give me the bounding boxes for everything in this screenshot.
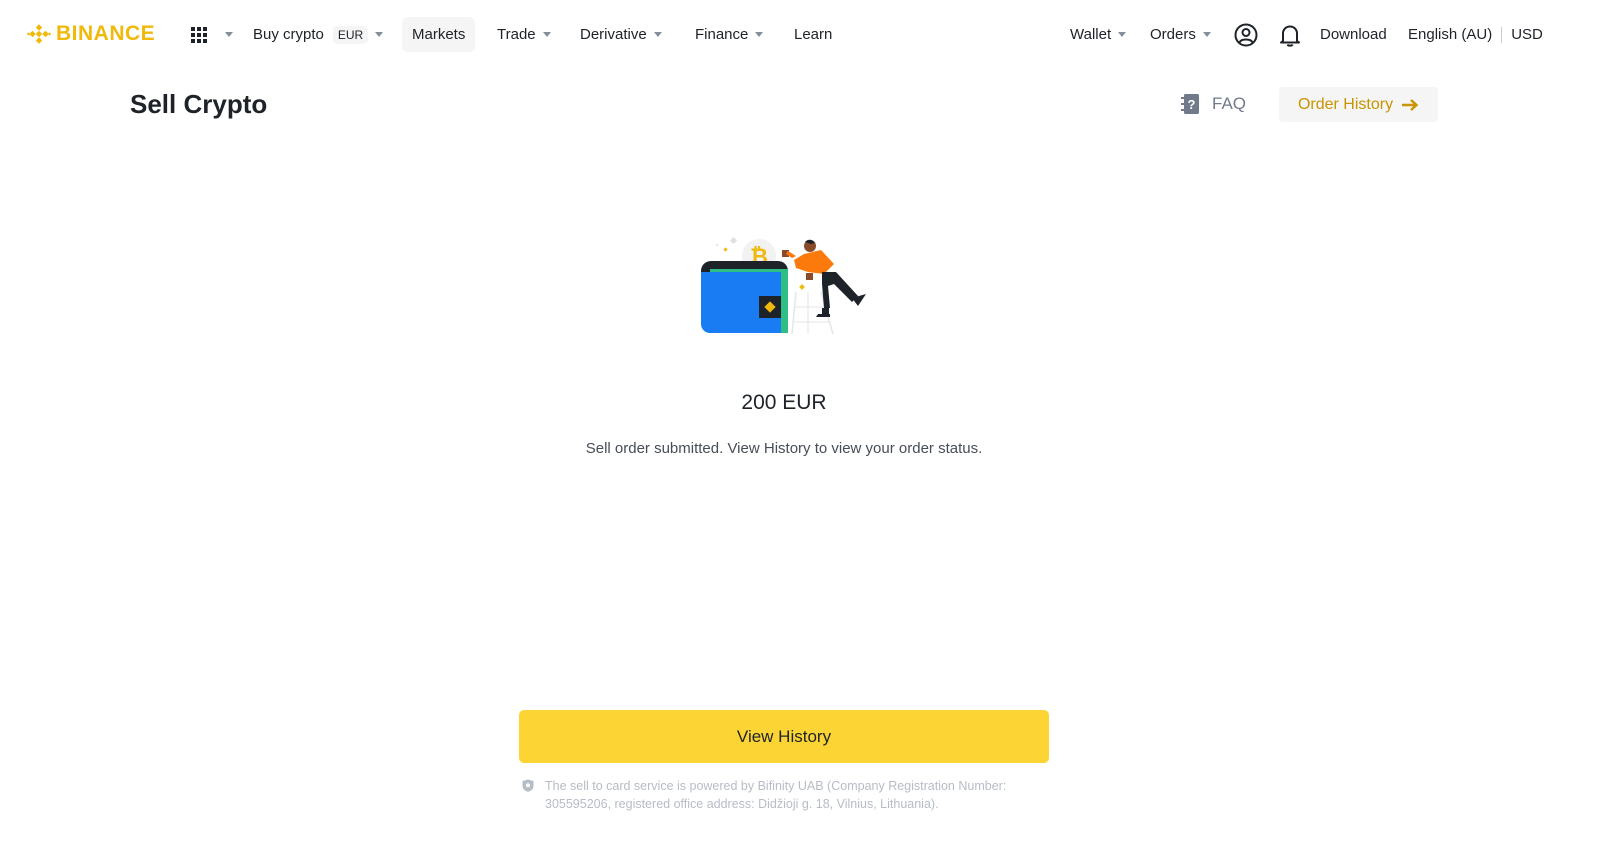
top-navigation: BINANCE Buy crypto EUR Markets Trade Der… — [0, 0, 1600, 70]
nav-wallet[interactable]: Wallet — [1070, 17, 1127, 52]
arrow-right-icon — [1402, 98, 1419, 111]
nav-orders-label: Orders — [1150, 26, 1196, 43]
shield-icon — [522, 779, 534, 792]
language-selector[interactable]: English (AU) — [1408, 26, 1492, 43]
nav-finance[interactable]: Finance — [695, 17, 764, 52]
chevron-down-icon — [375, 32, 384, 37]
svg-text:?: ? — [1188, 97, 1196, 112]
currency-selector[interactable]: USD — [1511, 26, 1543, 43]
chevron-down-icon — [1118, 32, 1127, 37]
nav-derivative[interactable]: Derivative — [580, 17, 662, 52]
brand-name: BINANCE — [56, 22, 156, 45]
faq-icon: ? — [1181, 94, 1199, 114]
order-history-label: Order History — [1297, 95, 1394, 113]
sparkle-icon — [729, 236, 738, 245]
bell-icon[interactable] — [1277, 22, 1303, 48]
nav-markets-label: Markets — [412, 26, 466, 43]
nav-wallet-label: Wallet — [1070, 26, 1112, 43]
language-currency-selector: English (AU) USD — [1408, 17, 1543, 52]
nav-orders[interactable]: Orders — [1150, 17, 1211, 52]
binance-logo-icon — [26, 24, 52, 44]
chevron-down-icon — [1202, 32, 1211, 37]
nav-trade[interactable]: Trade — [497, 17, 551, 52]
sell-success-illustration: ₿ — [701, 236, 866, 335]
divider — [1501, 26, 1503, 43]
currency-badge: EUR — [332, 25, 369, 44]
disclaimer-text: The sell to card service is powered by B… — [545, 779, 1007, 811]
nav-finance-label: Finance — [695, 26, 749, 43]
view-history-button[interactable]: View History — [519, 710, 1049, 763]
sparkle-icon — [723, 247, 728, 252]
apps-grid-icon[interactable] — [191, 27, 207, 43]
status-message: Sell order submitted. View History to vi… — [585, 440, 983, 457]
nav-learn-label: Learn — [794, 26, 833, 43]
sell-amount: 200 EUR — [741, 391, 827, 414]
nav-derivative-label: Derivative — [580, 26, 647, 43]
nav-download-label: Download — [1320, 26, 1387, 43]
chevron-down-icon[interactable] — [225, 32, 233, 37]
nav-markets[interactable]: Markets — [402, 17, 476, 52]
user-circle-icon[interactable] — [1233, 22, 1259, 48]
nav-buy-crypto-label: Buy crypto — [253, 26, 324, 43]
faq-label: FAQ — [1212, 94, 1247, 113]
faq-link[interactable]: ? FAQ — [1181, 93, 1246, 115]
nav-trade-label: Trade — [497, 26, 536, 43]
nav-buy-crypto[interactable]: Buy crypto EUR — [253, 17, 384, 52]
page-title: Sell Crypto — [130, 89, 268, 119]
chevron-down-icon — [542, 32, 551, 37]
order-history-button[interactable]: Order History — [1279, 87, 1438, 122]
footer-disclaimer: The sell to card service is powered by B… — [522, 777, 1042, 813]
nav-learn[interactable]: Learn — [794, 17, 832, 52]
chevron-down-icon — [653, 32, 662, 37]
binance-logo[interactable]: BINANCE — [26, 21, 155, 47]
chevron-down-icon — [755, 32, 764, 37]
nav-download[interactable]: Download — [1320, 17, 1387, 52]
